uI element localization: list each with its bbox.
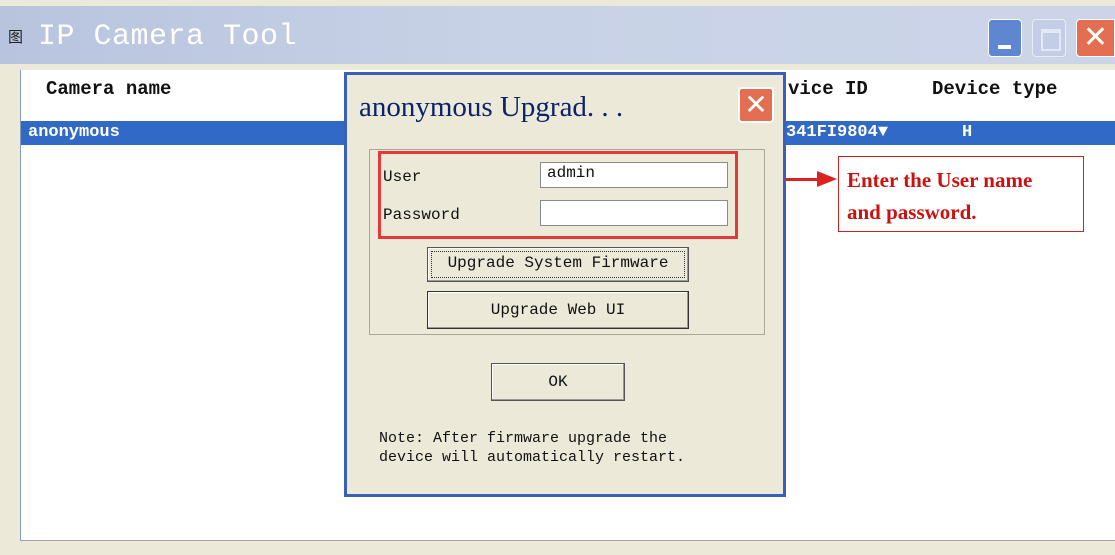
dialog-close-button[interactable]: ✕	[738, 87, 774, 123]
annotation-line-1: Enter the User name	[847, 168, 1033, 192]
close-icon: ✕	[1082, 20, 1109, 55]
dialog-title: anonymous Upgrad. . .	[359, 91, 624, 123]
cell-device-type: H	[962, 123, 973, 142]
close-icon: ✕	[744, 88, 768, 121]
column-header-camera-name[interactable]: Camera name	[46, 78, 171, 100]
column-header-device-id[interactable]: vice ID	[788, 78, 868, 100]
cell-device-id: 341FI9804▼	[786, 123, 889, 142]
maximize-icon	[1041, 29, 1061, 51]
minimize-button[interactable]	[988, 19, 1022, 57]
upgrade-dialog: anonymous Upgrad. . . ✕ User admin Passw…	[344, 72, 786, 497]
cell-camera-name: anonymous	[28, 123, 120, 142]
user-input[interactable]: admin	[540, 162, 728, 188]
user-label: User	[383, 168, 422, 186]
password-label: Password	[383, 206, 460, 224]
password-input[interactable]	[540, 200, 728, 226]
upgrade-webui-button[interactable]: Upgrade Web UI	[427, 291, 689, 329]
upgrade-firmware-button[interactable]: Upgrade System Firmware	[427, 247, 689, 282]
dialog-title-bar[interactable]: anonymous Upgrad. . . ✕	[347, 75, 783, 133]
window-title: IP Camera Tool	[38, 20, 298, 54]
column-header-device-type[interactable]: Device type	[932, 78, 1057, 100]
minimize-icon	[998, 45, 1011, 49]
maximize-button[interactable]	[1032, 19, 1066, 57]
close-button[interactable]: ✕	[1076, 19, 1115, 57]
annotation-arrow-head	[817, 171, 837, 187]
annotation-line-2: and password.	[847, 200, 977, 224]
annotation-callout: Enter the User name and password.	[838, 156, 1084, 232]
app-icon: 图	[8, 28, 24, 46]
upgrade-note: Note: After firmware upgrade the device …	[379, 430, 686, 466]
title-bar[interactable]: 图 IP Camera Tool ✕	[0, 6, 1115, 64]
ok-button[interactable]: OK	[491, 363, 625, 401]
